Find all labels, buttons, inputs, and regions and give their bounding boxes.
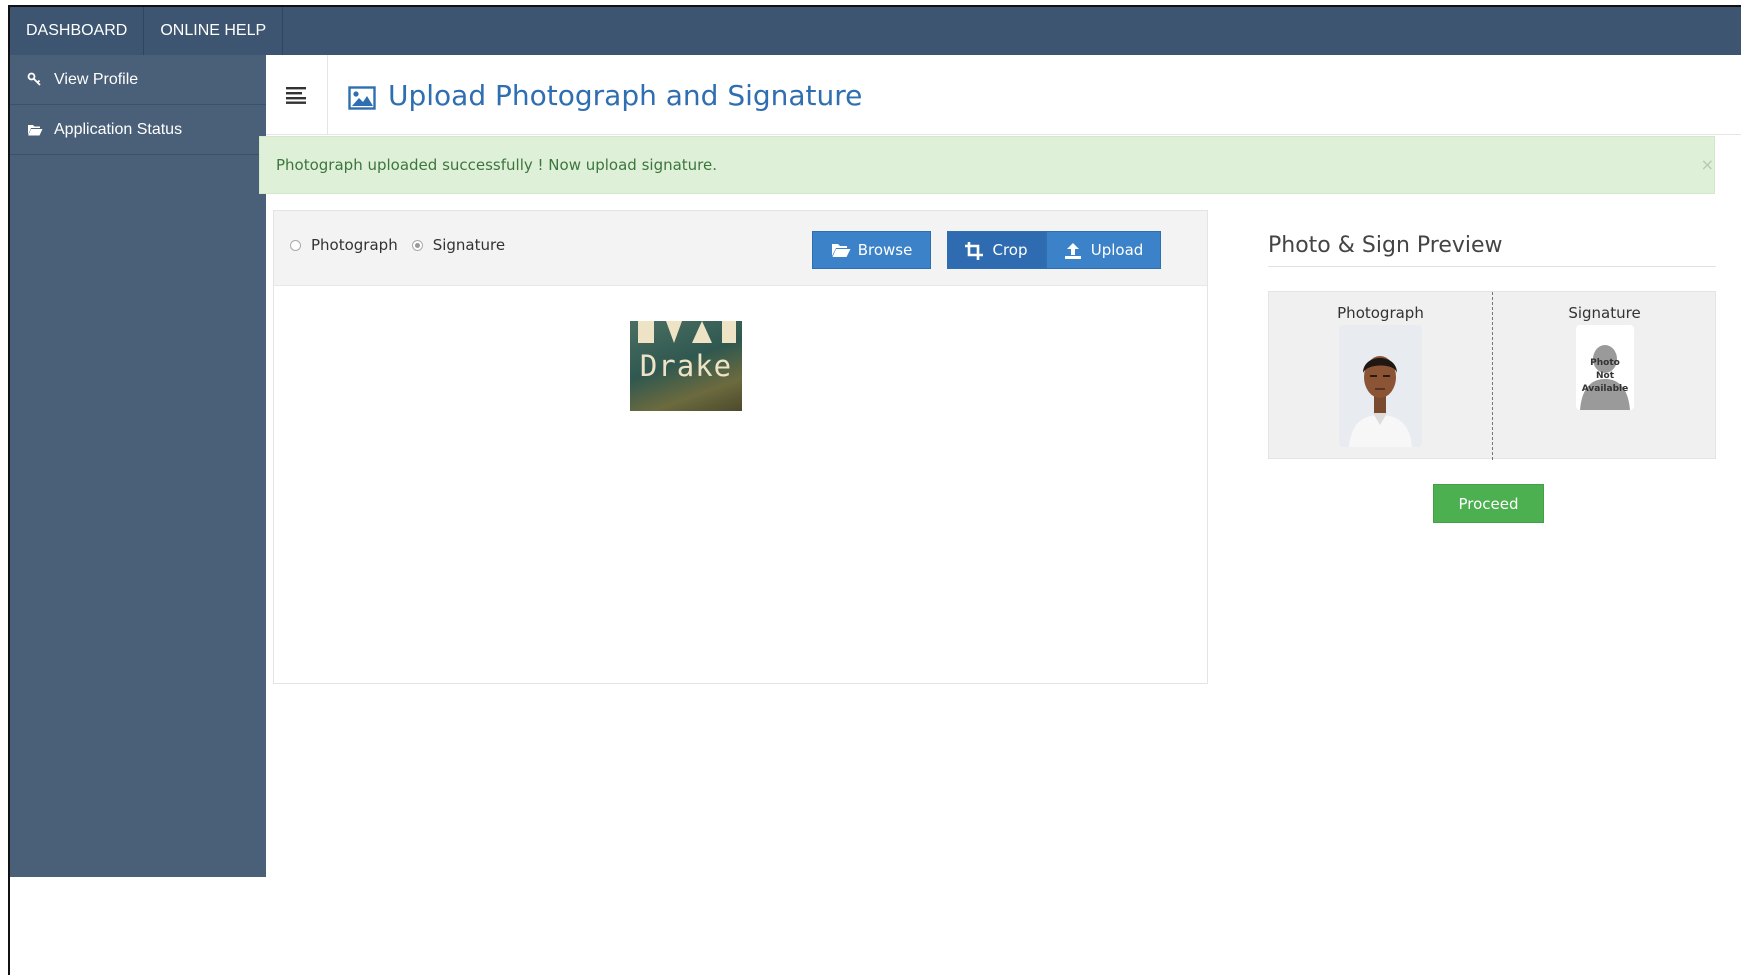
sidebar-item-application-status[interactable]: Application Status bbox=[10, 105, 266, 155]
hamburger-icon[interactable] bbox=[266, 55, 328, 135]
nav-online-help[interactable]: ONLINE HELP bbox=[144, 7, 284, 55]
proceed-button[interactable]: Proceed bbox=[1433, 484, 1544, 523]
upload-button[interactable]: Upload bbox=[1046, 231, 1161, 269]
success-alert: Photograph uploaded successfully ! Now u… bbox=[259, 136, 1715, 194]
page-header: Upload Photograph and Signature bbox=[266, 55, 1741, 135]
upload-icon bbox=[1064, 242, 1084, 259]
page-title: Upload Photograph and Signature bbox=[348, 79, 862, 112]
preview-divider bbox=[1492, 292, 1493, 460]
sidebar-item-label: Application Status bbox=[54, 120, 183, 138]
radio-signature-label[interactable]: Signature bbox=[433, 236, 505, 254]
crop-button-label: Crop bbox=[992, 241, 1028, 259]
browse-button[interactable]: Browse bbox=[812, 231, 931, 269]
radio-photograph-label[interactable]: Photograph bbox=[311, 236, 398, 254]
browse-button-label: Browse bbox=[857, 241, 913, 259]
upload-panel: Photograph Signature Browse Crop Upload … bbox=[273, 210, 1208, 684]
page-title-text: Upload Photograph and Signature bbox=[388, 79, 863, 112]
sidebar-item-label: View Profile bbox=[54, 70, 139, 88]
preview-photo-label: Photograph bbox=[1337, 304, 1424, 322]
upload-button-label: Upload bbox=[1090, 241, 1144, 259]
close-icon[interactable]: × bbox=[1701, 155, 1714, 174]
crop-icon bbox=[965, 242, 985, 260]
sidebar-item-view-profile[interactable]: View Profile bbox=[10, 55, 266, 105]
signature-thumbnail: Photo Not Available bbox=[1576, 325, 1634, 410]
preview-title: Photo & Sign Preview bbox=[1268, 233, 1716, 267]
image-icon bbox=[348, 84, 376, 110]
crop-button[interactable]: Crop bbox=[947, 231, 1046, 269]
folder-open-icon bbox=[831, 242, 851, 258]
signature-image-text: Drake bbox=[639, 349, 733, 383]
folder-open-icon bbox=[26, 121, 44, 139]
top-nav: DASHBOARD ONLINE HELP bbox=[10, 7, 284, 55]
upload-type-selector: Photograph Signature bbox=[290, 236, 519, 254]
preview-box: Photograph Signature Photo Not Available bbox=[1268, 291, 1716, 460]
radio-signature[interactable] bbox=[411, 239, 423, 251]
sidebar: View Profile Application Status bbox=[10, 55, 266, 877]
app-window: DASHBOARD ONLINE HELP View Profile Appli… bbox=[8, 5, 1741, 975]
photo-thumbnail bbox=[1339, 325, 1422, 447]
top-navbar: DASHBOARD ONLINE HELP bbox=[10, 7, 1741, 55]
alert-message: Photograph uploaded successfully ! Now u… bbox=[276, 156, 718, 174]
key-icon bbox=[26, 71, 44, 89]
upload-toolbar: Photograph Signature Browse Crop Upload bbox=[274, 211, 1207, 286]
nav-dashboard[interactable]: DASHBOARD bbox=[10, 7, 145, 55]
radio-photograph[interactable] bbox=[290, 239, 301, 251]
photo-not-available-text: Photo Not Available bbox=[1581, 358, 1629, 394]
signature-image: Drake bbox=[630, 321, 742, 411]
preview-signature-label: Signature bbox=[1568, 304, 1641, 322]
